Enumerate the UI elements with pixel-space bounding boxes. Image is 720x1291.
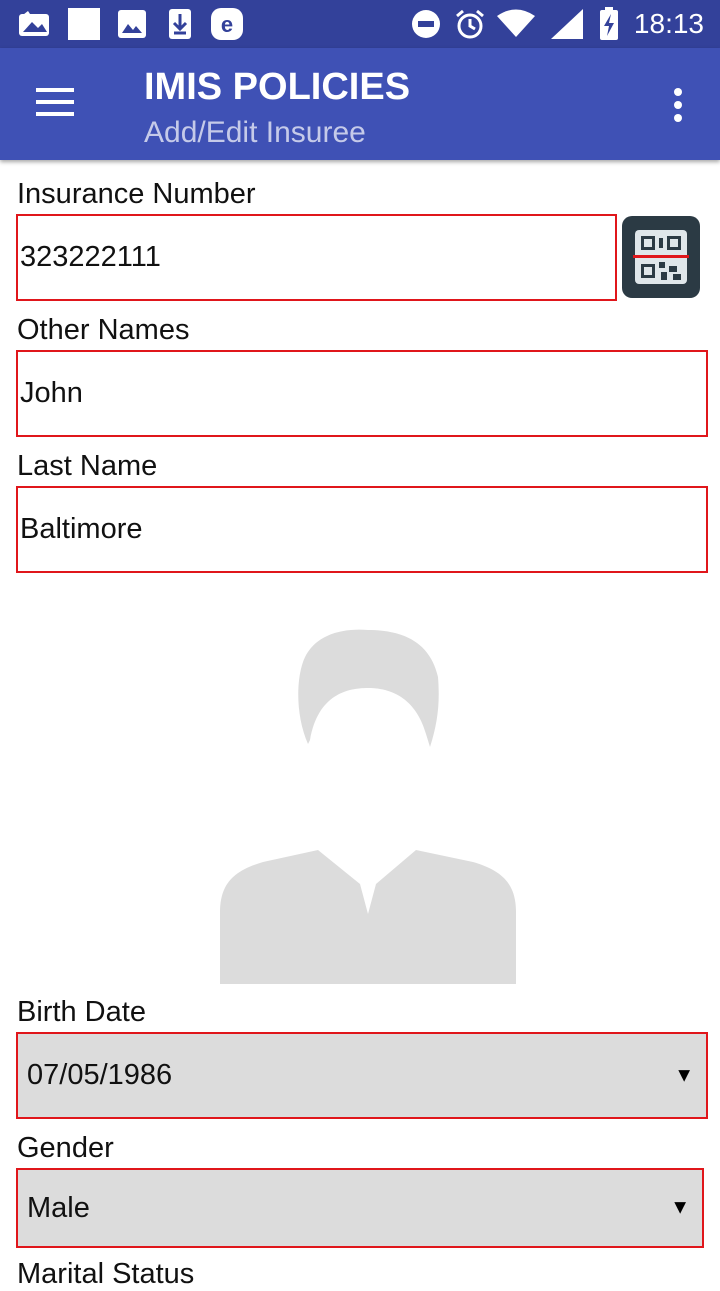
last-name-value: Baltimore: [20, 513, 143, 545]
dropdown-arrow-icon: ▼: [674, 1064, 694, 1086]
insurance-number-value: 323222111: [20, 241, 161, 273]
insurance-number-label: Insurance Number: [17, 178, 256, 210]
alarm-icon: [454, 8, 486, 40]
wifi-icon: [496, 8, 536, 40]
app-bar: IMIS POLICIES Add/Edit Insuree: [0, 48, 720, 160]
image-icon: [116, 8, 148, 40]
hamburger-menu-icon[interactable]: [36, 88, 76, 120]
status-time: 18:13: [633, 8, 704, 39]
status-bar: e 18:13: [0, 0, 720, 48]
birth-date-label: Birth Date: [17, 996, 146, 1028]
other-names-input[interactable]: John: [16, 350, 708, 437]
do-not-disturb-icon: [410, 8, 442, 40]
last-name-label: Last Name: [17, 450, 158, 482]
app-subtitle: Add/Edit Insuree: [144, 116, 366, 149]
dropdown-arrow-icon: ▼: [670, 1196, 690, 1219]
signal-icon: [550, 8, 584, 40]
gender-value: Male: [27, 1191, 90, 1224]
app-title: IMIS POLICIES: [144, 66, 411, 108]
qr-scan-icon[interactable]: [622, 216, 700, 298]
last-name-input[interactable]: Baltimore: [16, 486, 708, 573]
download-icon: [166, 8, 194, 40]
birth-date-value: 07/05/1986: [27, 1059, 173, 1091]
blank-notification-icon: [68, 8, 100, 40]
gender-select[interactable]: Male ▼: [16, 1168, 704, 1248]
battery-charging-icon: [598, 7, 620, 40]
marital-status-label: Marital Status: [17, 1258, 195, 1290]
birth-date-picker[interactable]: 07/05/1986 ▼: [16, 1032, 708, 1119]
other-names-value: John: [20, 377, 83, 409]
other-names-label: Other Names: [17, 314, 190, 346]
insurance-number-input[interactable]: 323222111: [16, 214, 617, 301]
gender-label: Gender: [17, 1132, 114, 1164]
person-placeholder-icon[interactable]: [218, 622, 518, 984]
svg-text:e: e: [221, 12, 233, 37]
more-vert-icon[interactable]: [674, 88, 682, 124]
e-app-icon: e: [210, 8, 244, 40]
gallery-icon: [18, 8, 52, 40]
